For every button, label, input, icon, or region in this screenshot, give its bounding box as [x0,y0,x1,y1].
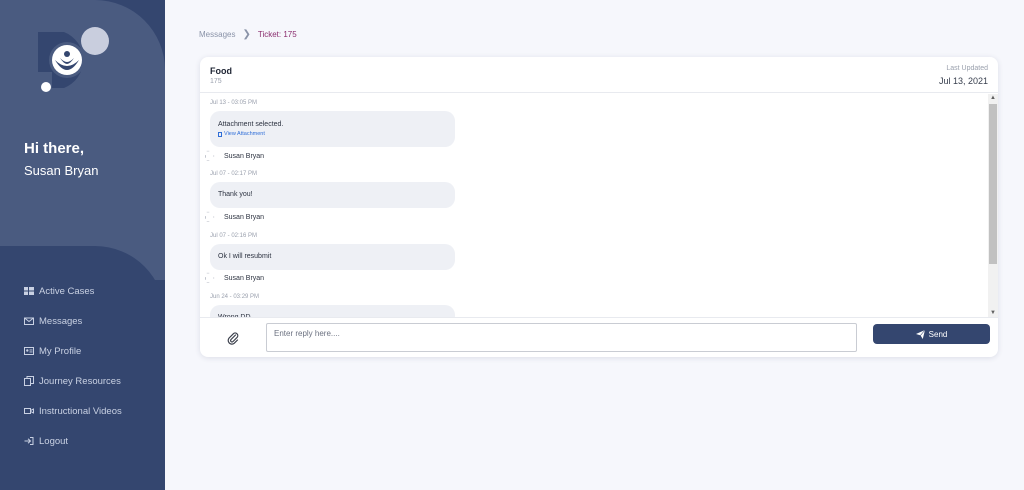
last-updated-date: Jul 13, 2021 [938,76,988,86]
view-attachment-link[interactable]: View Attachment [218,131,447,137]
sidebar-item-logout[interactable]: Logout [24,426,122,456]
sidebar-item-active-cases[interactable]: Active Cases [24,276,122,306]
message-item: Jul 13 - 03:05 PM [210,100,257,106]
thread-scrollbar[interactable]: ▲ ▼ [988,94,998,317]
chevron-right-icon: ❯ [242,29,251,40]
avatar-icon [205,272,215,283]
message-thread: Jul 13 - 03:05 PM Attachment selected. V… [200,94,987,317]
sender-name: Susan Bryan [224,274,265,282]
sidebar-nav: Active Cases Messages My Profile Journey… [24,276,122,456]
message-text: Attachment selected. [218,121,284,128]
logout-icon [24,437,34,445]
envelope-icon [24,317,34,325]
message-bubble: Thank you! [210,182,455,208]
paper-plane-icon [915,329,925,339]
paperclip-icon[interactable] [226,331,240,345]
message-text: Ok I will resubmit [218,253,272,260]
sidebar-item-my-profile[interactable]: My Profile [24,336,122,366]
ticket-id: 175 [210,78,222,85]
user-name: Susan Bryan [24,163,99,178]
id-card-icon [24,347,34,355]
sidebar-item-label: Active Cases [39,285,95,297]
document-icon [218,131,222,137]
message-item: Jul 07 - 02:16 PM [210,233,257,239]
video-icon [24,408,34,414]
sidebar-item-instructional-videos[interactable]: Instructional Videos [24,396,122,426]
ticket-header: Food 175 Last Updated Jul 13, 2021 [200,57,998,93]
message-item: Jul 07 - 02:17 PM [210,171,257,177]
message-timestamp: Jun 24 - 03:29 PM [210,294,260,300]
last-updated-label: Last Updated [946,65,988,72]
message-text: Wrong DD [218,305,447,317]
scroll-thumb[interactable] [989,104,997,264]
ticket-title: Food [210,66,232,76]
scroll-up-arrow-icon[interactable]: ▲ [989,94,997,102]
greeting-text: Hi there, [24,140,85,157]
sender-name: Susan Bryan [224,213,265,221]
breadcrumb-messages-link[interactable]: Messages [199,30,235,39]
breadcrumb: Messages ❯ Ticket: 175 [199,29,297,40]
avatar-icon [205,211,215,222]
sender-name: Susan Bryan [224,152,265,160]
sidebar-item-messages[interactable]: Messages [24,306,122,336]
sidebar: Hi there, Susan Bryan Active Cases Messa… [0,0,165,490]
sidebar-item-label: Journey Resources [39,375,121,387]
avatar-icon [205,150,215,161]
message-sender: Susan Bryan [204,272,264,284]
sidebar-item-label: Messages [39,315,83,327]
send-label: Send [928,329,948,339]
message-item: Jun 24 - 03:29 PM [210,294,259,300]
sidebar-item-label: Instructional Videos [39,405,122,417]
grid-icon [24,287,34,295]
sidebar-item-label: Logout [39,435,69,447]
attachment-label: View Attachment [224,131,265,137]
sidebar-item-journey-resources[interactable]: Journey Resources [24,366,122,396]
message-timestamp: Jul 13 - 03:05 PM [210,100,258,106]
reply-bar: Send [200,317,998,357]
message-bubble: Ok I will resubmit [210,244,455,270]
message-timestamp: Jul 07 - 02:17 PM [210,171,258,177]
breadcrumb-current: Ticket: 175 [257,30,297,39]
message-sender: Susan Bryan [204,150,264,162]
message-timestamp: Jul 07 - 02:16 PM [210,233,258,239]
message-bubble: Wrong DD [210,305,455,317]
app-logo [38,27,109,92]
scroll-down-arrow-icon[interactable]: ▼ [989,309,997,317]
message-bubble: Attachment selected. View Attachment [210,111,455,147]
ticket-card: Food 175 Last Updated Jul 13, 2021 Jul 1… [200,57,998,357]
message-text: Thank you! [218,191,253,198]
send-button[interactable]: Send [873,324,990,344]
message-sender: Susan Bryan [204,211,264,223]
sidebar-item-label: My Profile [39,345,82,357]
copy-icon [24,376,34,386]
reply-input[interactable] [266,323,857,352]
